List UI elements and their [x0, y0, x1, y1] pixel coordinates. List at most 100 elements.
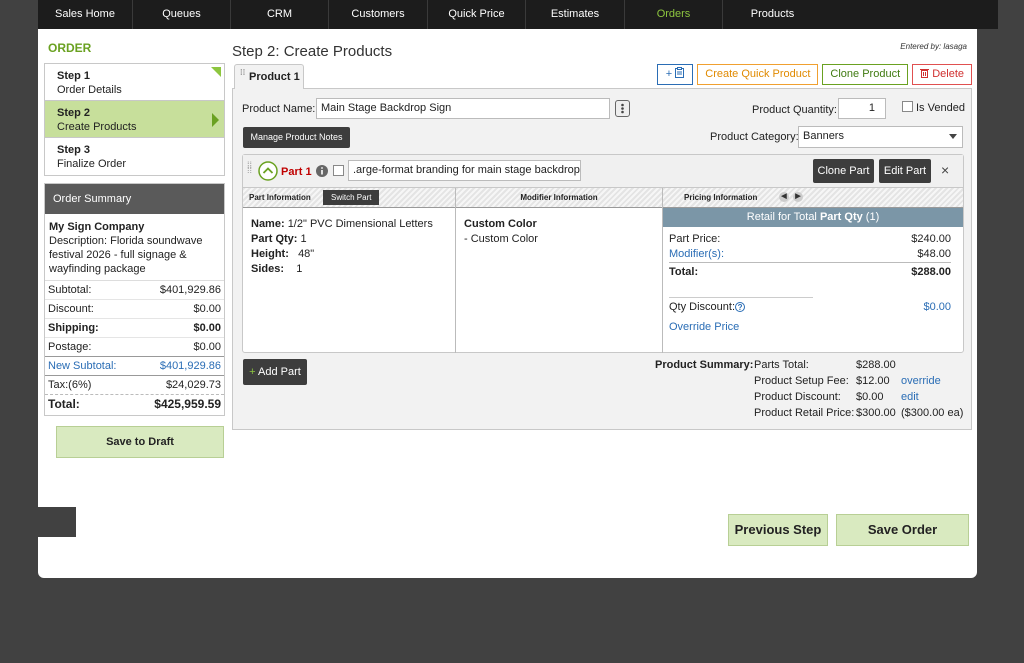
qty-discount-row: Qty Discount:? $0.00 [663, 298, 963, 315]
product-quantity-label: Product Quantity: [752, 104, 837, 116]
pricing-information-column: Pricing Information ◀ ▶ Retail for Total… [663, 188, 963, 353]
product-options-icon[interactable] [615, 100, 630, 117]
nav-customers[interactable]: Customers [329, 0, 428, 29]
is-vended-label: Is Vended [916, 102, 965, 114]
nav-queues[interactable]: Queues [133, 0, 231, 29]
part-name-value: 1/2" PVC Dimensional Letters [287, 218, 433, 230]
create-quick-product-button[interactable]: Create Quick Product [697, 64, 819, 85]
price-each: ($300.00 ea) [901, 407, 964, 419]
add-part-button[interactable]: + Add Part [243, 359, 307, 385]
override-price-row: Override Price [663, 315, 963, 335]
tax-label: Tax:(6%) [48, 379, 92, 391]
override-link[interactable]: override [901, 373, 963, 389]
qty-discount-value[interactable]: $0.00 [923, 300, 951, 315]
close-icon[interactable]: × [941, 162, 949, 178]
order-description: Description: Florida soundwave festival … [49, 235, 203, 275]
subtotal-label: Subtotal: [48, 284, 92, 296]
tab-label: Product 1 [249, 71, 300, 83]
save-order-button[interactable]: Save Order [836, 514, 969, 546]
is-vended-checkbox[interactable] [902, 101, 913, 112]
collapse-up-icon[interactable] [258, 161, 278, 181]
manage-product-notes-button[interactable]: Manage Product Notes [243, 127, 350, 148]
retail-price-value: $300.00 [856, 407, 896, 419]
part-info-row: Height: 48" [251, 247, 455, 262]
modifier-information-column: Modifier Information Custom Color - Cust… [456, 188, 663, 353]
setup-fee-label: Product Setup Fee: [754, 375, 849, 387]
step-3-label: Finalize Order [57, 158, 127, 170]
nav-sales-home[interactable]: Sales Home [38, 0, 133, 29]
postage-row: Postage: $0.00 [45, 338, 224, 357]
help-icon[interactable]: ? [735, 302, 746, 312]
previous-step-button[interactable]: Previous Step [728, 514, 828, 546]
product-quantity-input[interactable]: 1 [838, 98, 886, 119]
part-info-row: Name: 1/2" PVC Dimensional Letters [251, 217, 455, 232]
order-summary: Order Summary My Sign Company Descriptio… [44, 183, 225, 416]
retail-price-label: Product Retail Price: [754, 407, 855, 419]
clone-part-button[interactable]: Clone Part [813, 159, 874, 183]
step-1[interactable]: Step 1 Order Details [45, 64, 224, 101]
nav-quick-price[interactable]: Quick Price [428, 0, 526, 29]
product-category-label: Product Category: [710, 131, 799, 143]
part-description-input[interactable]: .arge-format branding for main stage bac… [348, 160, 581, 181]
tab-product-1[interactable]: ⁞⁞ Product 1 [234, 64, 304, 89]
part-info-row: Part Qty: 1 [251, 232, 455, 247]
clipboard-icon [675, 67, 685, 78]
nav-crm[interactable]: CRM [231, 0, 329, 29]
save-to-draft-button[interactable]: Save to Draft [56, 426, 224, 458]
new-subtotal-row: New Subtotal: $401,929.86 [45, 357, 224, 376]
edit-part-button[interactable]: Edit Part [879, 159, 931, 183]
product-category-select[interactable]: Banners [798, 126, 963, 148]
dots-icon [621, 103, 624, 114]
part-information-title: Part Information [249, 193, 311, 202]
part-price-value: $240.00 [911, 233, 951, 245]
drag-grip-icon[interactable]: ⁞⁞ ⁞⁞ [247, 161, 252, 175]
part-info-row: Sides: 1 [251, 262, 455, 277]
nav-orders[interactable]: Orders [625, 0, 723, 29]
step-3[interactable]: Step 3 Finalize Order [45, 138, 224, 175]
switch-part-button[interactable]: Switch Part [323, 190, 380, 205]
override-price-link[interactable]: Override Price [669, 320, 739, 335]
retail-total-bar: Retail for Total Part Qty (1) [663, 208, 963, 227]
info-icon[interactable] [316, 165, 328, 177]
price-rows: Part Price: $240.00 Modifier(s): $48.00 To… [663, 227, 963, 335]
chevron-left-icon[interactable]: ◀ [779, 192, 789, 202]
parts-total-label: Parts Total: [754, 359, 809, 371]
current-step-arrow-icon [212, 113, 219, 127]
add-note-button[interactable]: + [656, 64, 694, 85]
nav-products[interactable]: Products [723, 0, 822, 29]
order-summary-info: My Sign Company Description: Florida sou… [45, 214, 224, 281]
part-header: ⁞⁞ ⁞⁞ Part 1 .arge-format branding for ma… [243, 155, 963, 188]
product-name-input[interactable]: Main Stage Backdrop Sign [316, 98, 610, 119]
edit-discount-link[interactable]: edit [901, 389, 963, 405]
part-checkbox[interactable] [333, 165, 344, 176]
part-price-label: Part Price: [669, 233, 721, 245]
delete-product-button[interactable]: Delete [912, 64, 972, 85]
step-2[interactable]: Step 2 Create Products [45, 101, 224, 138]
part-height-key: Height: [251, 248, 289, 260]
qty-discount-label: Qty Discount: [669, 301, 736, 313]
plus-icon: + [665, 68, 673, 80]
shipping-value: $0.00 [193, 322, 221, 334]
panel-notch [38, 507, 76, 537]
tax-row: Tax:(6%) $24,029.73 [45, 376, 224, 395]
step-2-number: Step 2 [57, 107, 91, 119]
modifiers-row: Modifier(s): $48.00 [669, 247, 951, 263]
modifier-item: - Custom Color [464, 233, 538, 245]
part-information-column: Part Information Switch Part Name: 1/2" … [243, 188, 456, 353]
nav-estimates[interactable]: Estimates [526, 0, 625, 29]
pricing-information-title: Pricing Information [684, 193, 758, 202]
modifier-information-header: Modifier Information [456, 188, 662, 208]
shipping-label: Shipping: [48, 322, 99, 334]
order-title: ORDER [48, 41, 92, 55]
part-qty-value: 1 [300, 233, 307, 245]
part-label: Part 1 [281, 166, 312, 178]
clone-product-button[interactable]: Clone Product [822, 64, 909, 85]
part-height-value: 48" [298, 248, 315, 260]
chevron-right-icon[interactable]: ▶ [793, 192, 803, 202]
add-part-label: Add Part [255, 366, 301, 378]
modifiers-link[interactable]: Modifier(s): [669, 247, 724, 262]
completed-corner-icon [211, 67, 221, 77]
product-summary-label: Product Summary: [655, 359, 754, 371]
step-1-label: Order Details [57, 84, 122, 96]
product-summary-extras: override edit ($300.00 ea) [901, 357, 963, 421]
